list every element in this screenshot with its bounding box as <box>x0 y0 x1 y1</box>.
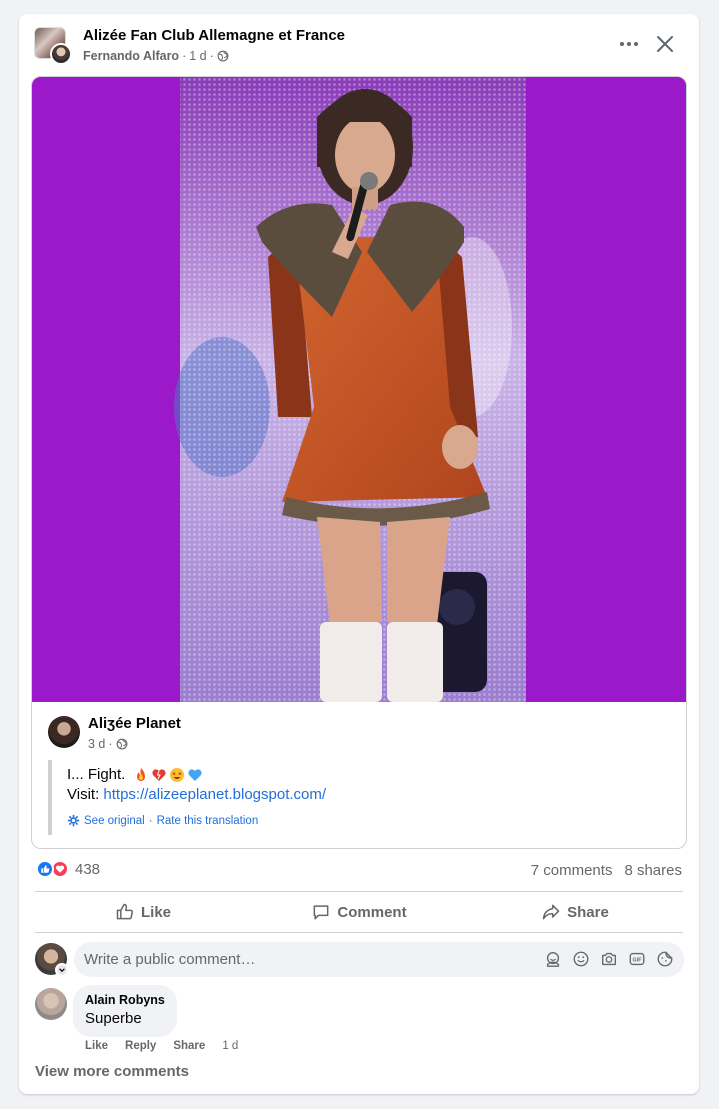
comment-input[interactable] <box>84 942 524 977</box>
camera-icon[interactable] <box>600 950 618 968</box>
post-text-line2: Visit: https://alizeeplanet.blogspot.com… <box>67 786 326 803</box>
shared-page-name[interactable]: Aliʒée Planet <box>88 715 181 732</box>
composer-icons: GIF <box>544 950 674 968</box>
visit-label: Visit: <box>67 786 100 803</box>
close-icon[interactable] <box>653 32 677 56</box>
star-eyes-emoji <box>170 767 185 782</box>
post-card: Alizée Fan Club Allemagne et France Fern… <box>19 14 699 1094</box>
comment-bubble: Alain Robyns Superbe <box>73 985 177 1037</box>
comment-reply-button[interactable]: Reply <box>125 1040 156 1052</box>
heart-emoji <box>152 768 166 781</box>
translation-bar: See original · Rate this translation <box>67 814 258 827</box>
commenter-name[interactable]: Alain Robyns <box>85 993 165 1007</box>
post-header: Alizée Fan Club Allemagne et France Fern… <box>19 14 699 74</box>
group-name[interactable]: Alizée Fan Club Allemagne et France <box>83 27 345 44</box>
like-button[interactable]: Like <box>35 892 251 932</box>
shares-count[interactable]: 8 shares <box>624 862 682 879</box>
like-reaction-icon <box>36 860 54 878</box>
see-original-link[interactable]: See original <box>84 815 145 827</box>
globe-icon <box>116 738 127 750</box>
shared-time[interactable]: 3 d <box>88 737 105 751</box>
comment-icon <box>313 905 329 920</box>
meta-dot: · <box>182 49 187 63</box>
quote-bar <box>48 760 52 835</box>
svg-text:GIF: GIF <box>633 957 643 963</box>
gear-icon <box>67 814 80 827</box>
share-label: Share <box>567 903 609 921</box>
more-icon[interactable] <box>615 34 643 54</box>
share-button[interactable]: Share <box>467 892 683 932</box>
engagement-counts: 7 comments 8 shares <box>531 862 682 879</box>
author-avatar <box>50 43 72 65</box>
comment-like-button[interactable]: Like <box>85 1040 108 1052</box>
comment-text: Superbe <box>85 1010 142 1027</box>
like-icon <box>116 903 133 920</box>
chevron-down-icon[interactable] <box>55 963 69 977</box>
blue-heart-emoji <box>188 768 202 781</box>
share-icon <box>542 904 560 920</box>
sticker-icon[interactable] <box>656 950 674 968</box>
comment-composer: GIF <box>74 942 684 977</box>
post-text-line1: I... Fight. <box>67 766 203 783</box>
commenter-avatar[interactable] <box>35 988 67 1020</box>
post-text: I... Fight. <box>67 766 126 783</box>
comment-share-button[interactable]: Share <box>173 1040 205 1052</box>
shared-post[interactable]: Aliʒée Planet 3 d · I... Fight. Visit: h… <box>31 76 687 849</box>
rate-translation-link[interactable]: Rate this translation <box>157 815 259 827</box>
gif-icon[interactable]: GIF <box>628 950 646 968</box>
post-meta: Fernando Alfaro · 1 d · <box>83 49 229 63</box>
meta-dot: · <box>148 814 153 827</box>
comment-time[interactable]: 1 d <box>222 1040 238 1052</box>
shared-meta: 3 d · <box>88 737 128 751</box>
performer-photo <box>32 77 686 702</box>
blog-link[interactable]: https://alizeeplanet.blogspot.com/ <box>103 786 326 803</box>
meta-dot: · <box>209 49 214 63</box>
post-time[interactable]: 1 d <box>189 49 206 63</box>
meta-dot: · <box>108 737 113 751</box>
emoji-icon[interactable] <box>572 950 590 968</box>
reaction-count[interactable]: 438 <box>75 861 100 878</box>
comments-count[interactable]: 7 comments <box>531 862 613 879</box>
fire-emoji <box>137 767 146 781</box>
group-avatar[interactable] <box>34 27 72 65</box>
comment-actions: Like Reply Share 1 d <box>85 1040 238 1052</box>
author-name[interactable]: Fernando Alfaro <box>83 49 179 63</box>
avatar-sticker-icon[interactable] <box>544 950 562 968</box>
comment-button[interactable]: Comment <box>251 892 467 932</box>
like-label: Like <box>140 903 171 921</box>
action-bar: Like Comment Share <box>35 892 683 932</box>
comment-label: Comment <box>337 903 407 921</box>
globe-icon <box>217 50 229 62</box>
post-photo[interactable] <box>32 77 686 702</box>
divider <box>35 932 683 933</box>
reaction-summary[interactable]: 438 <box>36 860 100 878</box>
view-more-comments[interactable]: View more comments <box>35 1063 189 1080</box>
shared-page-avatar[interactable] <box>48 716 80 748</box>
